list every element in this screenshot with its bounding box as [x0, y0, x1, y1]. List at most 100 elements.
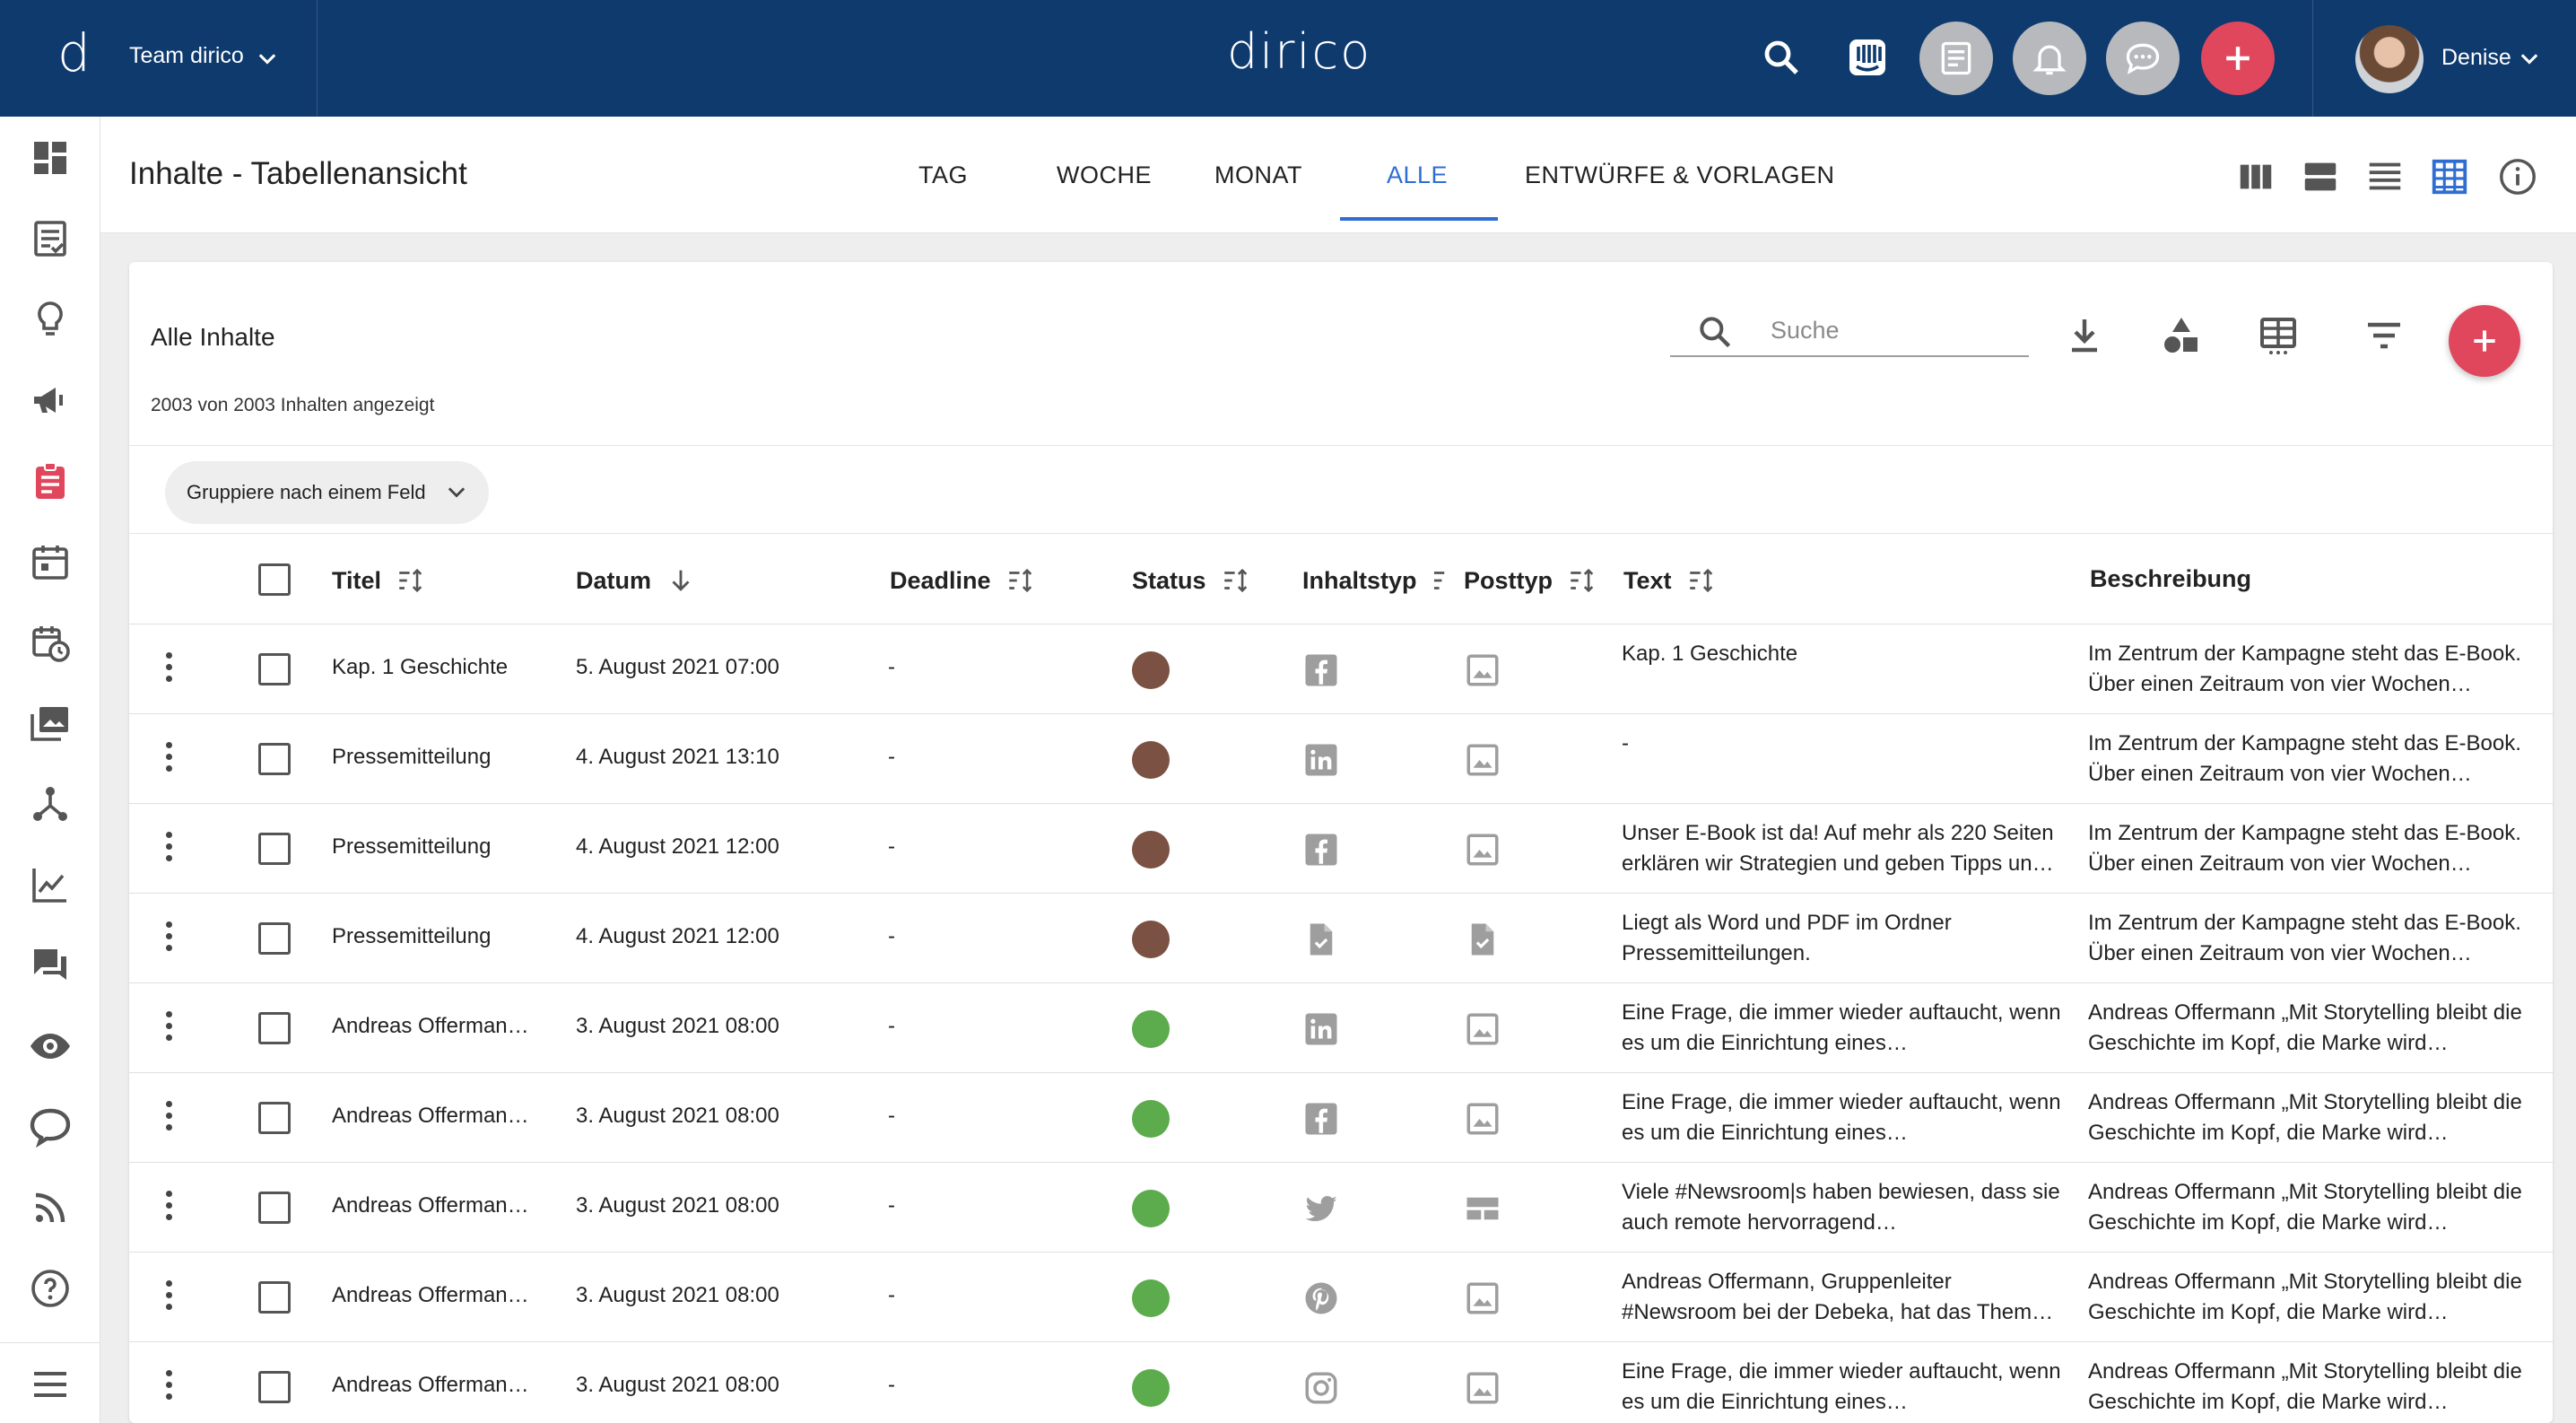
calendar-clock-icon[interactable]	[29, 621, 72, 664]
shapes-icon[interactable]	[2160, 314, 2203, 357]
row-title[interactable]: Pressemitteilung	[332, 745, 538, 770]
search-field[interactable]	[1670, 303, 2029, 357]
forum-icon[interactable]	[29, 944, 72, 987]
row-menu-icon[interactable]	[163, 917, 174, 960]
user-name[interactable]: Denise	[2441, 45, 2511, 71]
column-status[interactable]: Status	[1132, 565, 1251, 596]
lightbulb-icon[interactable]	[29, 298, 72, 341]
row-title[interactable]: Kap. 1 Geschichte	[332, 655, 538, 680]
column-date[interactable]: Datum	[576, 565, 696, 596]
row-title[interactable]: Andreas Offerman…	[332, 1283, 538, 1308]
table-columns-icon[interactable]	[2257, 314, 2300, 357]
row-checkbox[interactable]	[258, 1102, 291, 1134]
row-checkbox[interactable]	[258, 743, 291, 775]
image-icon	[1466, 1282, 1499, 1314]
search-icon[interactable]	[1760, 36, 1803, 79]
row-menu-icon[interactable]	[163, 1096, 174, 1139]
info-icon[interactable]	[2497, 156, 2538, 197]
table-row[interactable]: Andreas Offerman… 3. August 2021 08:00 -…	[129, 1342, 2553, 1423]
group-by-chip[interactable]: Gruppiere nach einem Feld	[165, 461, 489, 524]
help-icon[interactable]	[29, 1267, 72, 1310]
row-deadline: -	[888, 1014, 895, 1038]
row-title[interactable]: Pressemitteilung	[332, 924, 538, 949]
tasks-button[interactable]	[1919, 22, 1993, 95]
tab-all[interactable]: ALLE	[1387, 162, 1448, 189]
social-listening-icon[interactable]	[29, 1105, 72, 1148]
sidebar-menu-toggle[interactable]	[0, 1342, 100, 1423]
row-checkbox[interactable]	[258, 653, 291, 685]
column-description[interactable]: Beschreibung	[2090, 565, 2251, 593]
row-title[interactable]: Andreas Offerman…	[332, 1014, 538, 1039]
dashboard-icon[interactable]	[29, 136, 72, 179]
messages-button[interactable]	[2106, 22, 2180, 95]
create-button[interactable]	[2201, 22, 2275, 95]
select-all-checkbox[interactable]	[258, 563, 291, 596]
row-menu-icon[interactable]	[163, 648, 174, 691]
table-row[interactable]: Pressemitteilung 4. August 2021 13:10 - …	[129, 714, 2553, 804]
eye-icon[interactable]	[29, 1025, 72, 1068]
column-title[interactable]: Titel	[332, 565, 426, 596]
row-checkbox[interactable]	[258, 1012, 291, 1044]
column-content-type[interactable]: Inhaltstyp	[1302, 565, 1449, 596]
row-menu-icon[interactable]	[163, 1007, 174, 1050]
megaphone-icon[interactable]	[29, 379, 72, 422]
divider	[2312, 0, 2313, 117]
page-title: Inhalte - Tabellenansicht	[129, 156, 467, 191]
avatar[interactable]	[2355, 25, 2424, 93]
row-menu-icon[interactable]	[163, 827, 174, 870]
menu-icon	[34, 1372, 66, 1397]
table-row[interactable]: Kap. 1 Geschichte 5. August 2021 07:00 -…	[129, 624, 2553, 714]
page-header: Inhalte - Tabellenansicht TAG WOCHE MONA…	[100, 117, 2576, 233]
hierarchy-icon[interactable]	[29, 782, 72, 825]
row-menu-icon[interactable]	[163, 738, 174, 781]
card-view-icon[interactable]	[2300, 156, 2341, 197]
row-text: Kap. 1 Geschichte	[1622, 642, 1798, 666]
row-checkbox[interactable]	[258, 833, 291, 865]
intercom-icon[interactable]	[1846, 36, 1889, 79]
table-row[interactable]: Andreas Offerman… 3. August 2021 08:00 -…	[129, 1253, 2553, 1342]
notifications-button[interactable]	[2013, 22, 2086, 95]
filter-icon[interactable]	[2363, 314, 2406, 357]
dirico-logo: d	[57, 22, 91, 83]
column-text[interactable]: Text	[1623, 565, 1717, 596]
column-view-icon[interactable]	[2235, 156, 2276, 197]
calendar-icon[interactable]	[29, 540, 72, 583]
search-input[interactable]	[1771, 312, 2013, 348]
table-view-icon[interactable]	[2429, 156, 2470, 197]
add-content-button[interactable]	[2449, 305, 2520, 377]
top-bar: d Team dirico dirico Denise	[0, 0, 2576, 117]
tab-drafts-templates[interactable]: ENTWÜRFE & VORLAGEN	[1525, 162, 1835, 189]
assignment-icon[interactable]	[29, 459, 72, 502]
chevron-down-icon[interactable]	[2517, 47, 2542, 72]
row-menu-icon[interactable]	[163, 1186, 174, 1229]
team-switcher[interactable]: d Team dirico	[0, 0, 318, 117]
rss-icon[interactable]	[29, 1186, 72, 1229]
row-menu-icon[interactable]	[163, 1366, 174, 1409]
tab-week[interactable]: WOCHE	[1057, 162, 1152, 189]
tab-month[interactable]: MONAT	[1214, 162, 1302, 189]
row-title[interactable]: Pressemitteilung	[332, 834, 538, 860]
column-deadline[interactable]: Deadline	[890, 565, 1036, 596]
tab-day[interactable]: TAG	[918, 162, 968, 189]
table-row[interactable]: Andreas Offerman… 3. August 2021 08:00 -…	[129, 1073, 2553, 1163]
column-post-type[interactable]: Posttyp	[1464, 565, 1597, 596]
table-row[interactable]: Andreas Offerman… 3. August 2021 08:00 -…	[129, 983, 2553, 1073]
row-menu-icon[interactable]	[163, 1276, 174, 1319]
media-library-icon[interactable]	[29, 702, 72, 745]
row-title[interactable]: Andreas Offerman…	[332, 1104, 538, 1129]
row-checkbox[interactable]	[258, 1192, 291, 1224]
row-checkbox[interactable]	[258, 922, 291, 955]
table-row[interactable]: Pressemitteilung 4. August 2021 12:00 - …	[129, 804, 2553, 894]
list-view-icon[interactable]	[2364, 156, 2406, 197]
download-icon[interactable]	[2063, 314, 2106, 357]
row-title[interactable]: Andreas Offerman…	[332, 1193, 538, 1218]
row-title[interactable]: Andreas Offerman…	[332, 1373, 538, 1398]
facebook-icon	[1305, 834, 1337, 866]
table-row[interactable]: Pressemitteilung 4. August 2021 12:00 - …	[129, 894, 2553, 983]
row-checkbox[interactable]	[258, 1371, 291, 1403]
table-row[interactable]: Andreas Offerman… 3. August 2021 08:00 -…	[129, 1163, 2553, 1253]
tasks-icon	[1941, 41, 1971, 75]
row-checkbox[interactable]	[258, 1281, 291, 1314]
analytics-icon[interactable]	[29, 863, 72, 906]
content-list-icon[interactable]	[29, 217, 72, 260]
